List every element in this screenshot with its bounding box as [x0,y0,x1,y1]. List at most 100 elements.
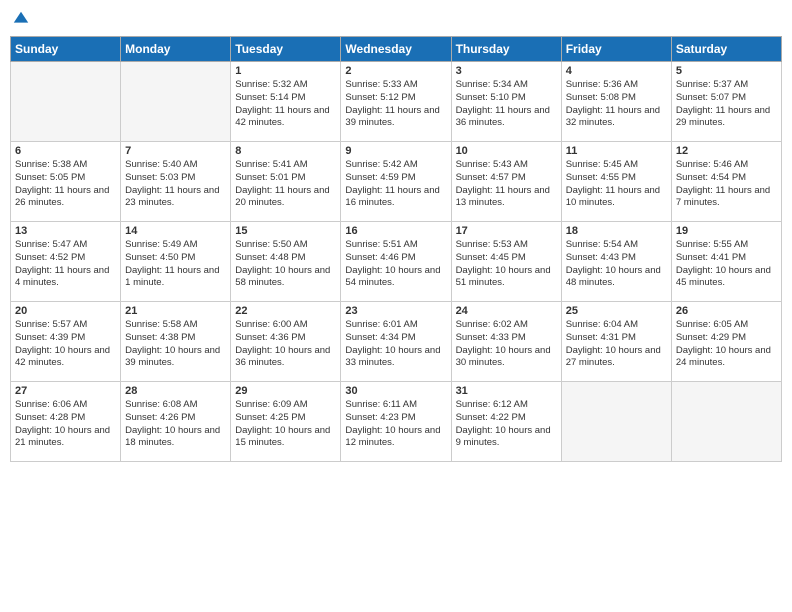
daylight-text: Daylight: 11 hours and 32 minutes. [566,105,667,131]
sunset-text: Sunset: 5:10 PM [456,92,557,105]
sunset-text: Sunset: 4:33 PM [456,332,557,345]
sunset-text: Sunset: 4:22 PM [456,412,557,425]
sunrise-text: Sunrise: 6:05 AM [676,319,777,332]
sunset-text: Sunset: 4:59 PM [345,172,446,185]
sunrise-text: Sunrise: 5:55 AM [676,239,777,252]
day-number: 11 [566,145,667,157]
calendar-cell: 19Sunrise: 5:55 AMSunset: 4:41 PMDayligh… [671,222,781,302]
daylight-text: Daylight: 10 hours and 48 minutes. [566,265,667,291]
sunset-text: Sunset: 4:31 PM [566,332,667,345]
weekday-header: Saturday [671,37,781,62]
calendar-header-row: SundayMondayTuesdayWednesdayThursdayFrid… [11,37,782,62]
sunrise-text: Sunrise: 5:32 AM [235,79,336,92]
daylight-text: Daylight: 10 hours and 12 minutes. [345,425,446,451]
calendar-cell: 12 Sunrise: 5:46 AMSunset: 4:54 PMDayligh… [671,142,781,222]
sunrise-text: Sunrise: 6:00 AM [235,319,336,332]
day-number: 27 [15,385,116,397]
day-number: 10 [456,145,557,157]
calendar-cell: 4 Sunrise: 5:36 AMSunset: 5:08 PMDaylight… [561,62,671,142]
daylight-text: Daylight: 11 hours and 13 minutes. [456,185,557,211]
weekday-header: Tuesday [231,37,341,62]
sunrise-text: Sunrise: 5:43 AM [456,159,557,172]
day-number: 13 [15,225,116,237]
sunrise-text: Sunrise: 5:33 AM [345,79,446,92]
day-number: 14 [125,225,226,237]
day-number: 29 [235,385,336,397]
sunset-text: Sunset: 4:23 PM [345,412,446,425]
weekday-header: Sunday [11,37,121,62]
sunset-text: Sunset: 4:25 PM [235,412,336,425]
sunrise-text: Sunrise: 6:06 AM [15,399,116,412]
daylight-text: Daylight: 10 hours and 58 minutes. [235,265,336,291]
weekday-header: Thursday [451,37,561,62]
calendar-cell: 21Sunrise: 5:58 AMSunset: 4:38 PMDayligh… [121,302,231,382]
calendar-cell: 2Sunrise: 5:33 AMSunset: 5:12 PMDaylight… [341,62,451,142]
daylight-text: Daylight: 11 hours and 16 minutes. [345,185,446,211]
daylight-text: Daylight: 11 hours and 26 minutes. [15,185,116,211]
sunrise-text: Sunrise: 5:51 AM [345,239,446,252]
daylight-text: Daylight: 11 hours and 7 minutes. [676,185,777,211]
day-number: 12 [676,145,777,157]
day-number: 5 [676,65,777,77]
calendar-cell: 5Sunrise: 5:37 AMSunset: 5:07 PMDaylight… [671,62,781,142]
calendar-cell: 17Sunrise: 5:53 AMSunset: 4:45 PMDayligh… [451,222,561,302]
day-number: 26 [676,305,777,317]
day-number: 18 [566,225,667,237]
day-number: 19 [676,225,777,237]
daylight-text: Daylight: 11 hours and 4 minutes. [15,265,116,291]
sunset-text: Sunset: 4:50 PM [125,252,226,265]
sunrise-text: Sunrise: 5:45 AM [566,159,667,172]
daylight-text: Daylight: 11 hours and 39 minutes. [345,105,446,131]
calendar-cell: 25Sunrise: 6:04 AMSunset: 4:31 PMDayligh… [561,302,671,382]
day-number: 4 [566,65,667,77]
sunrise-text: Sunrise: 6:02 AM [456,319,557,332]
daylight-text: Daylight: 11 hours and 23 minutes. [125,185,226,211]
sunset-text: Sunset: 4:54 PM [676,172,777,185]
day-number: 8 [235,145,336,157]
daylight-text: Daylight: 10 hours and 27 minutes. [566,345,667,371]
day-number: 7 [125,145,226,157]
sunrise-text: Sunrise: 5:49 AM [125,239,226,252]
calendar-week-row: 13Sunrise: 5:47 AMSunset: 4:52 PMDayligh… [11,222,782,302]
sunrise-text: Sunrise: 6:08 AM [125,399,226,412]
sunset-text: Sunset: 5:14 PM [235,92,336,105]
sunrise-text: Sunrise: 5:46 AM [676,159,777,172]
sunset-text: Sunset: 5:05 PM [15,172,116,185]
sunrise-text: Sunrise: 5:41 AM [235,159,336,172]
calendar-cell: 23Sunrise: 6:01 AMSunset: 4:34 PMDayligh… [341,302,451,382]
day-number: 20 [15,305,116,317]
day-number: 25 [566,305,667,317]
calendar-cell [561,382,671,462]
calendar-cell: 11Sunrise: 5:45 AMSunset: 4:55 PMDayligh… [561,142,671,222]
sunrise-text: Sunrise: 6:11 AM [345,399,446,412]
sunrise-text: Sunrise: 5:42 AM [345,159,446,172]
calendar-cell: 3Sunrise: 5:34 AMSunset: 5:10 PMDaylight… [451,62,561,142]
sunset-text: Sunset: 5:08 PM [566,92,667,105]
day-number: 22 [235,305,336,317]
sunrise-text: Sunrise: 6:01 AM [345,319,446,332]
day-number: 1 [235,65,336,77]
day-number: 6 [15,145,116,157]
daylight-text: Daylight: 10 hours and 42 minutes. [15,345,116,371]
sunrise-text: Sunrise: 5:40 AM [125,159,226,172]
sunset-text: Sunset: 4:38 PM [125,332,226,345]
calendar-cell [671,382,781,462]
weekday-header: Monday [121,37,231,62]
calendar-cell: 9Sunrise: 5:42 AMSunset: 4:59 PMDaylight… [341,142,451,222]
daylight-text: Daylight: 10 hours and 54 minutes. [345,265,446,291]
calendar-cell [121,62,231,142]
calendar-cell [11,62,121,142]
calendar-cell: 6 Sunrise: 5:38 AMSunset: 5:05 PMDaylight… [11,142,121,222]
sunset-text: Sunset: 5:07 PM [676,92,777,105]
logo-icon [12,10,30,28]
sunset-text: Sunset: 4:41 PM [676,252,777,265]
calendar-cell: 27Sunrise: 6:06 AMSunset: 4:28 PMDayligh… [11,382,121,462]
calendar-cell: 30Sunrise: 6:11 AMSunset: 4:23 PMDayligh… [341,382,451,462]
sunrise-text: Sunrise: 5:38 AM [15,159,116,172]
sunset-text: Sunset: 4:57 PM [456,172,557,185]
day-number: 31 [456,385,557,397]
calendar-cell: 18Sunrise: 5:54 AMSunset: 4:43 PMDayligh… [561,222,671,302]
calendar-week-row: 6Sunrise: 5:38 AMSunset: 5:05 PMDaylight… [11,142,782,222]
sunrise-text: Sunrise: 5:36 AM [566,79,667,92]
calendar-cell: 10 Sunrise: 5:43 AMSunset: 4:57 PMDayligh… [451,142,561,222]
